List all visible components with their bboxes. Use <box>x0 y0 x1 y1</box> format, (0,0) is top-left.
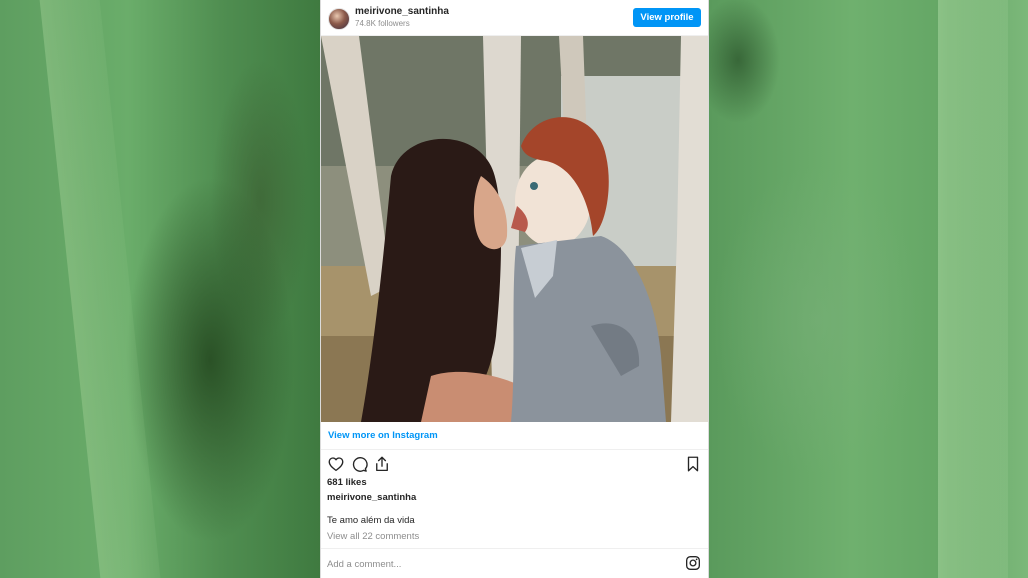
post-caption: Te amo além da vida <box>327 515 415 526</box>
post-photo[interactable] <box>321 36 708 422</box>
bookmark-icon[interactable] <box>684 455 702 473</box>
heart-icon[interactable] <box>327 455 345 473</box>
divider <box>321 548 708 549</box>
instagram-embed-card: meirivone_santinha 74.8K followers View … <box>321 0 708 578</box>
background-blur-left <box>0 0 321 578</box>
video-frame: meirivone_santinha 74.8K followers View … <box>0 0 1028 578</box>
instagram-logo-icon[interactable] <box>685 555 701 571</box>
add-comment-input[interactable] <box>327 557 667 571</box>
view-all-comments-link[interactable]: View all 22 comments <box>327 531 419 542</box>
view-profile-button[interactable]: View profile <box>633 8 701 27</box>
divider <box>321 449 708 450</box>
caption-username[interactable]: meirivone_santinha <box>327 492 416 503</box>
share-icon[interactable] <box>373 455 391 473</box>
like-count[interactable]: 681 likes <box>327 477 367 488</box>
profile-username[interactable]: meirivone_santinha <box>355 6 449 17</box>
comment-bubble-icon[interactable] <box>350 455 368 473</box>
post-photo-illustration <box>321 36 708 422</box>
view-more-on-instagram-link[interactable]: View more on Instagram <box>328 430 438 441</box>
background-blur-right <box>708 0 1028 578</box>
avatar[interactable] <box>328 8 350 30</box>
post-header: meirivone_santinha 74.8K followers View … <box>321 0 708 36</box>
follower-count: 74.8K followers <box>355 19 410 28</box>
